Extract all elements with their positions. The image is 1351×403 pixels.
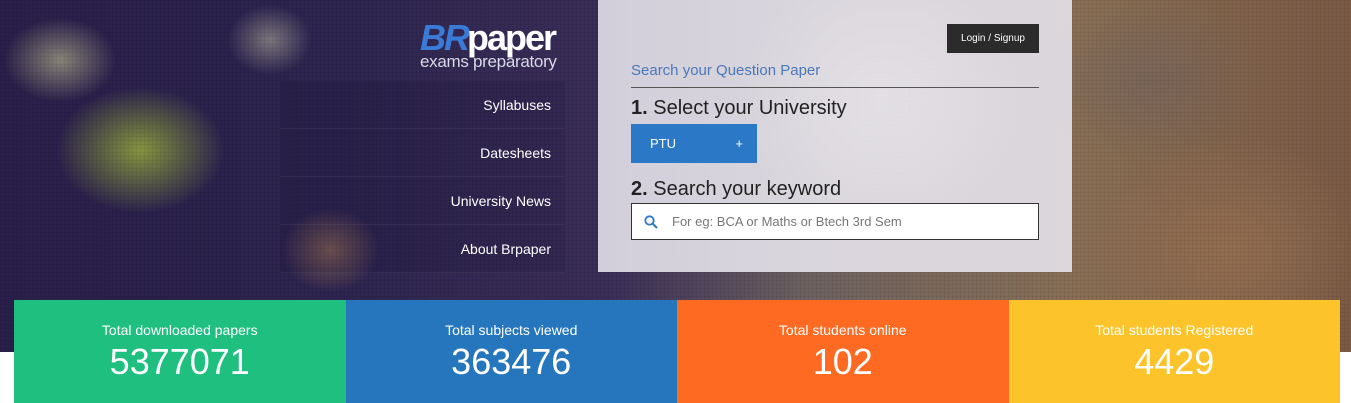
stat-label: Total students Registered	[1095, 322, 1254, 338]
step2-heading: 2. Search your keyword	[631, 178, 841, 201]
logo-tagline: exams preparatory	[420, 52, 557, 71]
nav-item-about[interactable]: About Brpaper	[280, 225, 565, 273]
step1-text: Select your University	[647, 97, 847, 119]
step2-text: Search your keyword	[647, 178, 842, 200]
stat-value: 5377071	[109, 341, 250, 382]
stat-label: Total students online	[778, 322, 907, 338]
nav-item-university-news[interactable]: University News	[280, 177, 565, 225]
stat-students-online: Total students online 102	[677, 300, 1009, 403]
keyword-search-box[interactable]	[631, 203, 1039, 240]
search-panel: Login / Signup Search your Question Pape…	[598, 0, 1072, 272]
search-icon[interactable]	[644, 214, 658, 229]
plus-icon: +	[735, 136, 743, 151]
nav-item-syllabuses[interactable]: Syllabuses	[280, 81, 565, 129]
university-select-button[interactable]: PTU +	[631, 124, 757, 163]
logo-br: BR	[420, 17, 470, 58]
keyword-search-input[interactable]	[672, 204, 1038, 239]
step2-number: 2.	[631, 178, 648, 200]
stat-label: Total downloaded papers	[101, 322, 258, 338]
step1-number: 1.	[631, 97, 648, 119]
university-selected-label: PTU	[650, 136, 676, 151]
search-panel-title: Search your Question Paper	[631, 62, 1039, 88]
nav-item-datesheets[interactable]: Datesheets	[280, 129, 565, 177]
brpaper-logo[interactable]: BR paper exams preparatory	[420, 20, 570, 72]
main-nav: Syllabuses Datesheets University News Ab…	[280, 81, 565, 273]
step1-heading: 1. Select your University	[631, 97, 847, 120]
stat-subjects-viewed: Total subjects viewed 363476	[345, 300, 677, 403]
stat-downloaded-papers: Total downloaded papers 5377071	[14, 300, 346, 403]
stat-label: Total subjects viewed	[445, 322, 578, 338]
stat-value: 4429	[1134, 341, 1215, 382]
stat-value: 102	[812, 341, 873, 382]
login-signup-button[interactable]: Login / Signup	[947, 24, 1039, 53]
logo-paper: paper	[467, 17, 557, 58]
stats-bar: Total downloaded papers 5377071 Total su…	[14, 300, 1340, 403]
stat-students-registered: Total students Registered 4429	[1008, 300, 1340, 403]
stat-value: 363476	[451, 341, 572, 382]
